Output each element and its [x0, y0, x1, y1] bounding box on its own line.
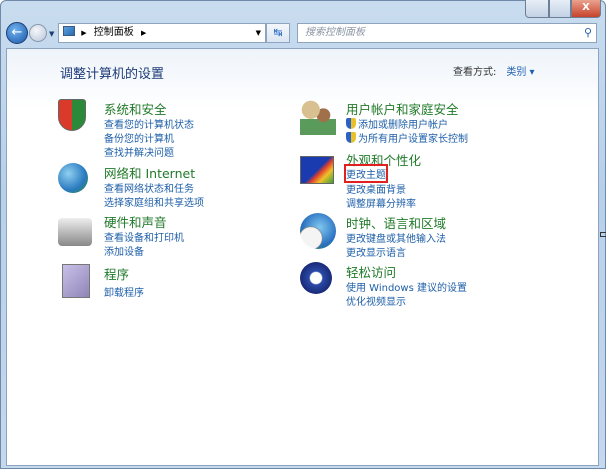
category-link[interactable]: 更改桌面背景: [346, 181, 406, 196]
programs-icon[interactable]: [62, 264, 90, 298]
category-link[interactable]: 查看网络状态和任务: [104, 180, 194, 195]
appearance-monitor-icon[interactable]: [300, 156, 334, 184]
view-by-dropdown[interactable]: 类别 ▾: [506, 67, 534, 78]
category-link[interactable]: 为所有用户设置家长控制: [346, 130, 468, 145]
breadcrumb-arrow-icon[interactable]: ▶: [81, 29, 86, 37]
category-link[interactable]: 更改显示语言: [346, 244, 406, 259]
uac-shield-icon: [346, 118, 356, 129]
address-bar[interactable]: ▶ 控制面板 ▶ ▼: [58, 23, 266, 43]
cursor-mark: [600, 232, 606, 237]
category-link[interactable]: 卸载程序: [104, 284, 144, 299]
close-button[interactable]: X: [571, 0, 601, 18]
breadcrumb-control-panel[interactable]: 控制面板: [94, 27, 134, 38]
category-link[interactable]: 添加设备: [104, 243, 144, 258]
view-by-label: 查看方式:: [453, 67, 497, 78]
shield-icon[interactable]: [58, 99, 86, 131]
network-globe-icon[interactable]: [58, 163, 88, 193]
category-link[interactable]: 优化视频显示: [346, 293, 406, 308]
ease-of-access-icon[interactable]: [300, 262, 332, 294]
clock-globe-icon[interactable]: [300, 213, 336, 249]
search-input[interactable]: 搜索控制面板 ⚲: [297, 23, 597, 43]
category-link[interactable]: 更改键盘或其他输入法: [346, 230, 446, 245]
address-dropdown-icon[interactable]: ▼: [256, 24, 261, 42]
category-title[interactable]: 程序: [104, 264, 129, 283]
category-link[interactable]: 添加或删除用户帐户: [346, 116, 448, 131]
view-by: 查看方式: 类别 ▾: [453, 63, 535, 78]
back-arrow-icon: ←: [11, 25, 23, 40]
page-title: 调整计算机的设置: [60, 67, 165, 82]
category-link[interactable]: 调整屏幕分辨率: [346, 195, 416, 210]
category-link[interactable]: 备份您的计算机: [104, 130, 174, 145]
back-button[interactable]: ←: [6, 22, 28, 44]
maximize-button[interactable]: [549, 0, 571, 18]
category-link[interactable]: 查找并解决问题: [104, 144, 174, 159]
recent-pages-dropdown[interactable]: ▼: [49, 30, 54, 38]
printer-icon[interactable]: [58, 218, 92, 246]
users-icon[interactable]: [300, 99, 336, 135]
forward-button[interactable]: [29, 24, 47, 42]
breadcrumb-arrow-icon[interactable]: ▶: [141, 29, 146, 37]
category-link[interactable]: 使用 Windows 建议的设置: [346, 279, 467, 294]
category-link[interactable]: 查看设备和打印机: [104, 229, 184, 244]
category-link[interactable]: 查看您的计算机状态: [104, 116, 194, 131]
change-theme-link[interactable]: 更改主题: [344, 164, 388, 183]
minimize-button[interactable]: [525, 0, 549, 18]
uac-shield-icon: [346, 132, 356, 143]
category-link[interactable]: 选择家庭组和共享选项: [104, 194, 204, 209]
search-placeholder: 搜索控制面板: [305, 27, 365, 38]
control-panel-icon: [63, 26, 75, 36]
refresh-button[interactable]: ↹: [266, 23, 290, 43]
search-icon[interactable]: ⚲: [584, 24, 592, 42]
